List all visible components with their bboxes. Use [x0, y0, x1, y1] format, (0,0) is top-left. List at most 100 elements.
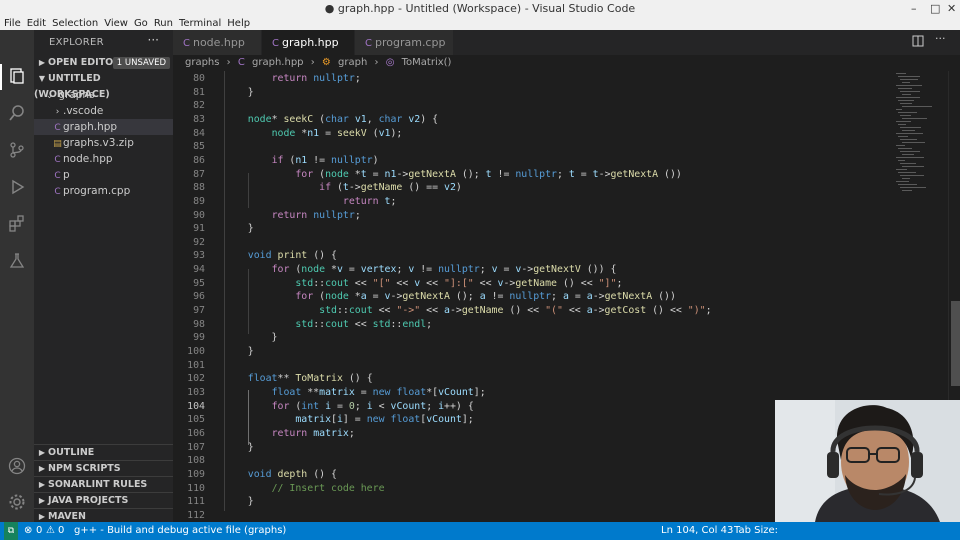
- code-line[interactable]: }: [224, 496, 254, 507]
- search-icon[interactable]: [7, 104, 27, 124]
- menu-selection[interactable]: Selection: [52, 17, 98, 30]
- tree-item-graphs-zip[interactable]: ▤graphs.v3.zip: [34, 135, 173, 151]
- split-editor-icon[interactable]: [912, 35, 924, 50]
- more-actions-icon[interactable]: ···: [935, 32, 946, 45]
- tree-item-program-cpp[interactable]: Cprogram.cpp: [34, 183, 173, 199]
- build-task[interactable]: g++ - Build and debug active file (graph…: [74, 522, 286, 540]
- error-count[interactable]: 0: [36, 522, 42, 540]
- tree-item-graph-hpp[interactable]: Cgraph.hpp: [34, 119, 173, 135]
- warning-count[interactable]: 0: [58, 522, 64, 540]
- line-number: 104: [187, 400, 205, 412]
- code-line[interactable]: std::cout << std::endl;: [224, 319, 432, 330]
- code-line[interactable]: std::cout << "[" << v << "]:[" << v->get…: [224, 278, 622, 289]
- menu-go[interactable]: Go: [134, 17, 148, 30]
- cpp-file-icon: C: [365, 38, 372, 49]
- workspace-section[interactable]: ▼ UNTITLED (WORKSPACE): [34, 71, 173, 100]
- code-line[interactable]: return matrix;: [224, 428, 355, 439]
- code-line[interactable]: return nullptr;: [224, 73, 361, 84]
- more-actions-icon[interactable]: ···: [148, 33, 159, 47]
- account-icon[interactable]: [7, 457, 27, 477]
- line-number: 102: [187, 373, 205, 385]
- maximize-button[interactable]: □: [930, 2, 940, 15]
- tab-program-cpp[interactable]: Cprogram.cpp: [355, 30, 453, 55]
- minimap-line: [896, 121, 911, 122]
- line-number: 106: [187, 427, 205, 439]
- code-line[interactable]: void print () {: [224, 250, 337, 261]
- line-number: 107: [187, 441, 205, 453]
- source-control-icon[interactable]: [7, 141, 27, 161]
- chevron-right-icon: ›: [310, 57, 315, 68]
- menu-edit[interactable]: Edit: [27, 17, 46, 30]
- code-line[interactable]: for (node *a = v->getNextA (); a != null…: [224, 291, 676, 302]
- code-line[interactable]: for (node *v = vertex; v != nullptr; v =…: [224, 264, 617, 275]
- folder-graphs[interactable]: ⌄ graphs: [34, 87, 173, 103]
- java-projects-section[interactable]: ▶ JAVA PROJECTS: [34, 492, 173, 509]
- menu-help[interactable]: Help: [227, 17, 250, 30]
- warning-icon[interactable]: ⚠: [46, 522, 55, 540]
- tab-node-hpp[interactable]: Cnode.hpp: [173, 30, 261, 55]
- code-line[interactable]: // Insert code here: [224, 483, 385, 494]
- line-number: 105: [187, 414, 205, 426]
- menu-run[interactable]: Run: [154, 17, 173, 30]
- code-line[interactable]: node *n1 = seekV (v1);: [224, 128, 403, 139]
- menu-file[interactable]: File: [4, 17, 21, 30]
- menu-view[interactable]: View: [104, 17, 128, 30]
- breadcrumb-method[interactable]: ToMatrix(): [402, 57, 452, 68]
- code-line[interactable]: if (t->getName () == v2): [224, 182, 462, 193]
- section-label: SONARLINT RULES: [48, 479, 148, 490]
- breadcrumb-file[interactable]: graph.hpp: [252, 57, 303, 68]
- minimap-line: [900, 103, 912, 104]
- menu-terminal[interactable]: Terminal: [179, 17, 221, 30]
- outline-section[interactable]: ▶ OUTLINE: [34, 444, 173, 461]
- breadcrumb-class[interactable]: graph: [338, 57, 367, 68]
- explorer-sidebar: EXPLORER ··· ▶ OPEN EDITORS 1 UNSAVED ▼ UN…: [34, 30, 173, 522]
- active-indicator: [0, 64, 2, 90]
- code-line[interactable]: for (node *t = n1->getNextA (); t != nul…: [224, 169, 682, 180]
- breadcrumb-folder[interactable]: graphs: [185, 57, 219, 68]
- npm-scripts-section[interactable]: ▶ NPM SCRIPTS: [34, 460, 173, 477]
- open-editors-section[interactable]: ▶ OPEN EDITORS 1 UNSAVED: [34, 55, 173, 71]
- tree-item-label: p: [63, 169, 70, 181]
- title-bar: ● graph.hpp - Untitled (Workspace) - Vis…: [0, 0, 960, 17]
- extensions-icon[interactable]: [7, 215, 27, 235]
- close-button[interactable]: ✕: [947, 2, 956, 15]
- line-number: 81: [193, 86, 205, 98]
- minimize-button[interactable]: –: [911, 2, 917, 15]
- settings-gear-icon[interactable]: [7, 493, 27, 513]
- run-debug-icon[interactable]: [7, 178, 27, 198]
- tree-item-node-hpp[interactable]: Cnode.hpp: [34, 151, 173, 167]
- code-line[interactable]: if (n1 != nullptr): [224, 155, 379, 166]
- code-line[interactable]: return nullptr;: [224, 210, 361, 221]
- tree-item-p[interactable]: Cp: [34, 167, 173, 183]
- class-icon: ⚙: [321, 57, 331, 68]
- code-line[interactable]: matrix[i] = new float[vCount];: [224, 414, 473, 425]
- minimap-line: [896, 169, 907, 170]
- remote-icon[interactable]: ⧉: [4, 522, 18, 540]
- tree-item-label: graphs.v3.zip: [63, 137, 134, 149]
- code-line[interactable]: node* seekC (char v1, char v2) {: [224, 114, 438, 125]
- code-line[interactable]: return t;: [224, 196, 397, 207]
- cursor-position[interactable]: Ln 104, Col 43: [661, 522, 733, 540]
- code-line[interactable]: for (int i = 0; i < vCount; i++) {: [224, 401, 474, 412]
- code-line[interactable]: float** ToMatrix () {: [224, 373, 373, 384]
- chevron-right-icon: ›: [226, 57, 231, 68]
- code-line[interactable]: }: [224, 87, 254, 98]
- tree-item-vscode[interactable]: › .vscode: [34, 103, 173, 119]
- tree-item-label: graph.hpp: [63, 121, 118, 133]
- code-line[interactable]: }: [224, 346, 254, 357]
- code-line[interactable]: float **matrix = new float*[vCount];: [224, 387, 486, 398]
- code-line[interactable]: }: [224, 223, 254, 234]
- error-icon[interactable]: ⊗: [24, 522, 32, 540]
- code-line[interactable]: }: [224, 442, 254, 453]
- code-line[interactable]: std::cout << "->" << a->getName () << "(…: [224, 305, 711, 316]
- tab-size[interactable]: Tab Size:: [734, 522, 778, 540]
- sonarlint-rules-section[interactable]: ▶ SONARLINT RULES: [34, 476, 173, 493]
- cpp-file-icon: C: [237, 57, 245, 68]
- tab-graph-hpp[interactable]: Cgraph.hpp ●: [262, 30, 354, 75]
- explorer-icon[interactable]: [7, 67, 27, 87]
- code-line[interactable]: }: [224, 332, 278, 343]
- minimap-line: [902, 178, 910, 179]
- code-line[interactable]: void depth () {: [224, 469, 337, 480]
- testing-flask-icon[interactable]: [7, 252, 27, 272]
- scrollbar-thumb[interactable]: [951, 301, 960, 386]
